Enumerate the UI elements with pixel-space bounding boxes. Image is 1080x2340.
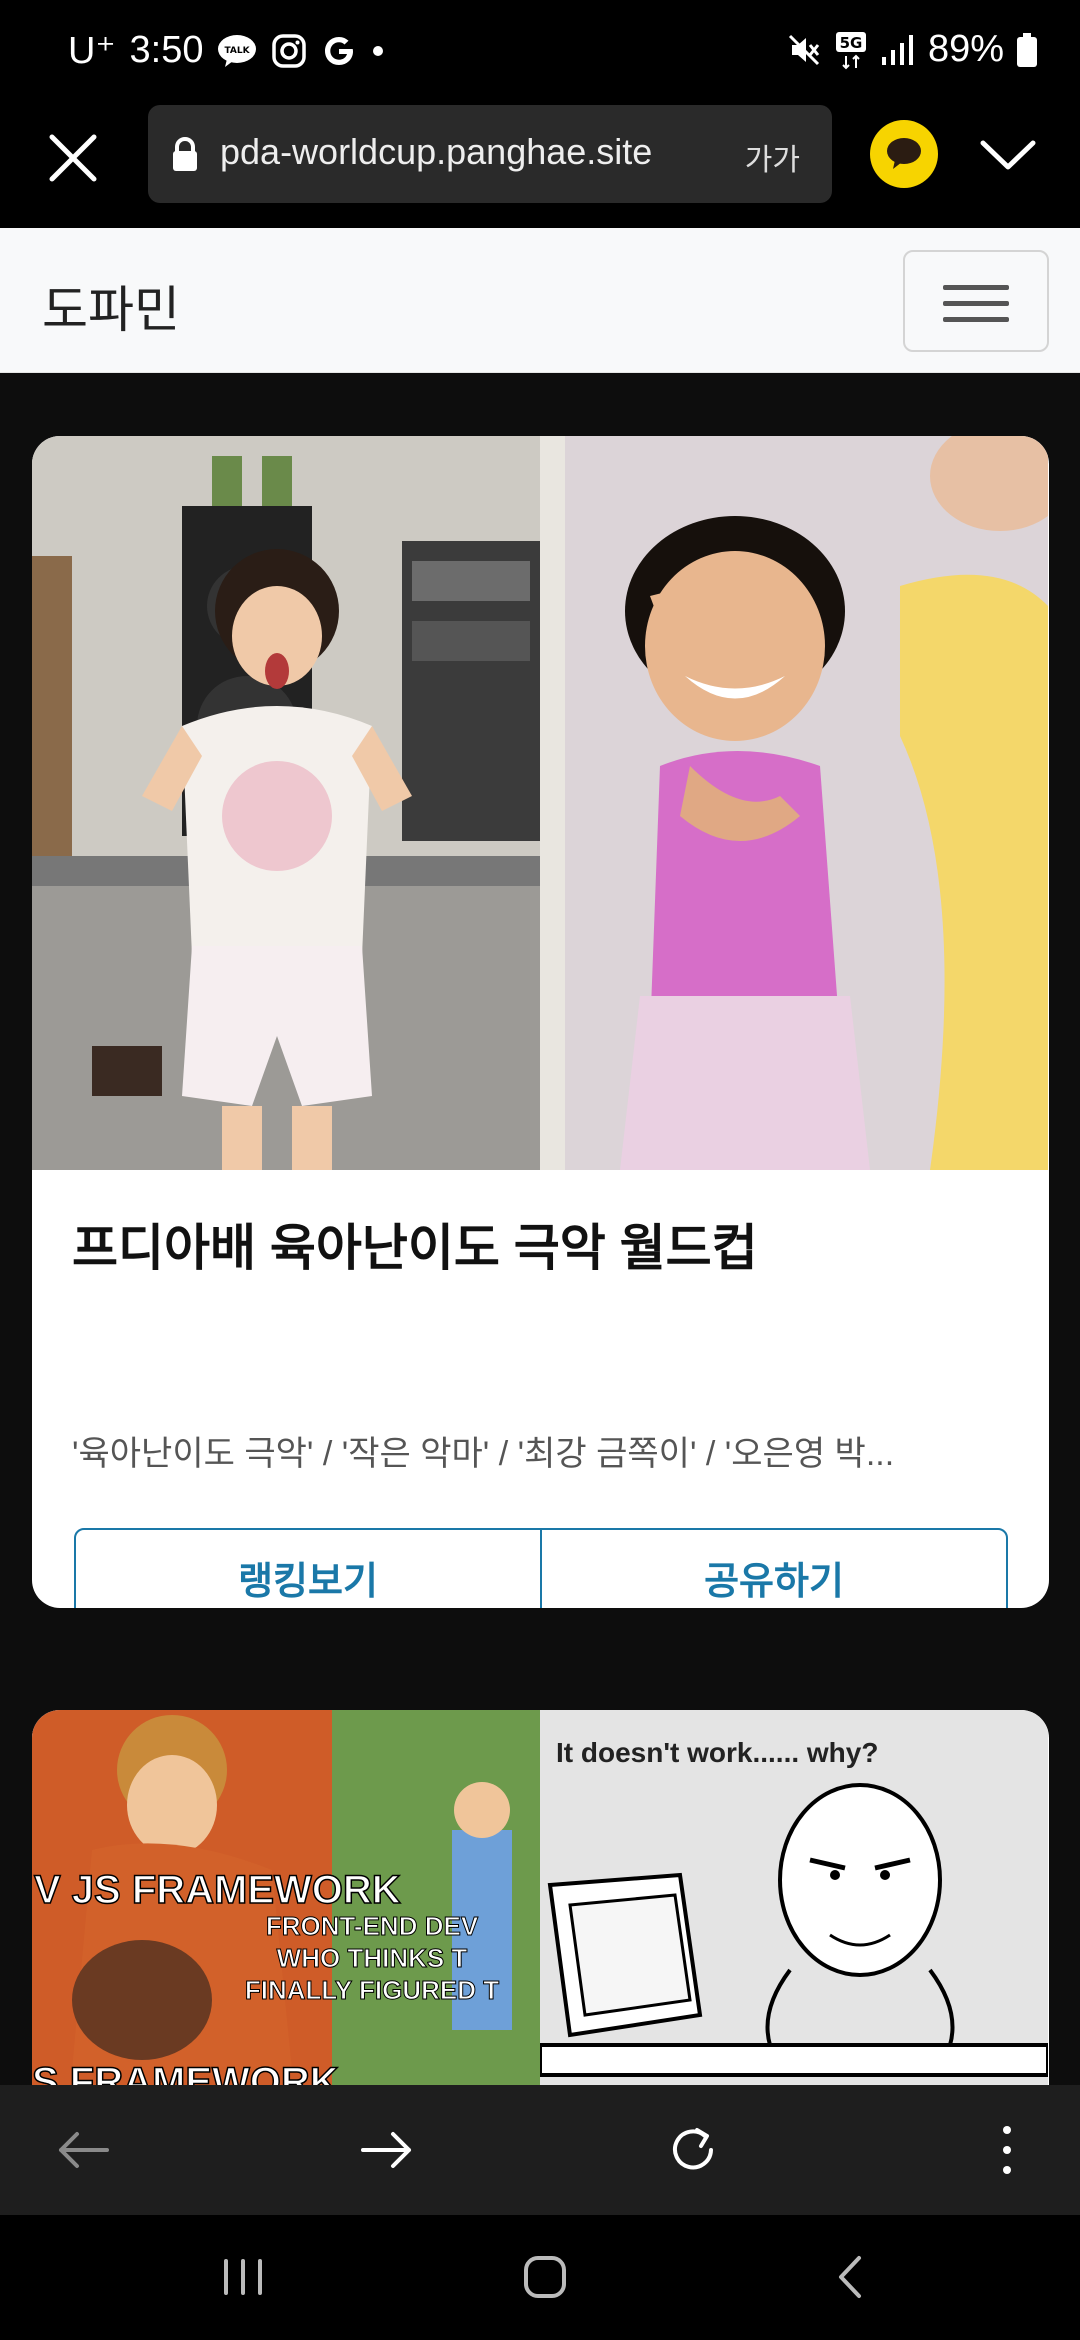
url-bar[interactable]: pda-worldcup.panghae.site 가가 xyxy=(148,105,832,203)
instagram-icon xyxy=(271,33,307,69)
meme-caption: It doesn't work...... why? xyxy=(556,1737,878,1768)
meme-caption: WHO THINKS T xyxy=(277,1943,468,1973)
meme-caption: V JS FRAMEWORK xyxy=(34,1868,401,1912)
thumbnail-right xyxy=(540,436,1048,1170)
refresh-icon[interactable] xyxy=(658,2115,728,2185)
worldcup-card: 프디아배 육아난이도 극악 월드컵 '육아난이도 극악' / '작은 악마' /… xyxy=(32,436,1049,1608)
browser-bar: pda-worldcup.panghae.site 가가 xyxy=(0,105,1080,228)
mute-icon xyxy=(786,32,822,68)
browser-toolbar xyxy=(0,2085,1080,2215)
font-size-button[interactable]: 가가 xyxy=(745,135,800,179)
status-bar: U⁺ 3:50 TALK 5G 89% xyxy=(0,0,1080,105)
carrier-label: U⁺ xyxy=(68,30,116,72)
5g-icon: 5G xyxy=(834,30,868,70)
battery-level: 89% xyxy=(927,28,1004,70)
card-title[interactable]: 프디아배 육아난이도 극악 월드컵 xyxy=(72,1208,758,1280)
card-thumbnails[interactable] xyxy=(32,436,1049,1170)
meme-caption: S FRAMEWORK xyxy=(32,2060,339,2085)
meme-caption: FINALLY FIGURED T xyxy=(245,1975,499,2005)
clock: 3:50 xyxy=(129,29,204,71)
dot-icon xyxy=(371,44,385,58)
lock-icon xyxy=(170,136,200,178)
card-button-group: 랭킹보기 공유하기 xyxy=(74,1528,1008,1608)
thumbnail-right: It doesn't work...... why? xyxy=(540,1710,1048,2085)
meme-caption: FRONT-END DEV xyxy=(266,1911,479,1941)
card-thumbnails[interactable]: V JS FRAMEWORK FRONT-END DEV WHO THINKS … xyxy=(32,1710,1049,2085)
battery-icon xyxy=(1016,32,1038,68)
close-icon[interactable] xyxy=(40,125,106,191)
menu-toggle-button[interactable] xyxy=(903,250,1049,352)
signal-icon xyxy=(880,33,916,67)
card-description: '육아난이도 극악' / '작은 악마' / '최강 금쪽이' / '오은영 박… xyxy=(72,1435,895,1473)
site-navbar: 도파민 xyxy=(0,228,1080,373)
forward-icon[interactable] xyxy=(352,2115,422,2185)
talk-icon: TALK xyxy=(217,33,257,69)
home-icon[interactable] xyxy=(510,2247,580,2307)
menu-icon xyxy=(943,285,1009,290)
ranking-button[interactable]: 랭킹보기 xyxy=(76,1530,540,1608)
more-icon[interactable] xyxy=(972,2115,1042,2185)
share-button[interactable]: 공유하기 xyxy=(540,1530,1006,1608)
net-label: 5G xyxy=(840,34,863,52)
main-content: 프디아배 육아난이도 극악 월드컵 '육아난이도 극악' / '작은 악마' /… xyxy=(0,373,1080,2085)
recents-icon[interactable] xyxy=(208,2247,278,2307)
back-nav-icon[interactable] xyxy=(814,2247,884,2307)
talk-label: TALK xyxy=(225,46,251,56)
brand-logo[interactable]: 도파민 xyxy=(42,270,180,342)
google-icon xyxy=(321,33,357,69)
chevron-down-icon[interactable] xyxy=(975,131,1041,181)
system-navigation-bar xyxy=(0,2215,1080,2340)
thumbnail-left xyxy=(32,436,540,1170)
worldcup-card: V JS FRAMEWORK FRONT-END DEV WHO THINKS … xyxy=(32,1710,1049,2085)
kakaotalk-icon[interactable] xyxy=(870,120,938,188)
url-text[interactable]: pda-worldcup.panghae.site xyxy=(220,131,700,173)
thumbnail-left: V JS FRAMEWORK FRONT-END DEV WHO THINKS … xyxy=(32,1710,540,2085)
back-icon[interactable] xyxy=(48,2115,118,2185)
